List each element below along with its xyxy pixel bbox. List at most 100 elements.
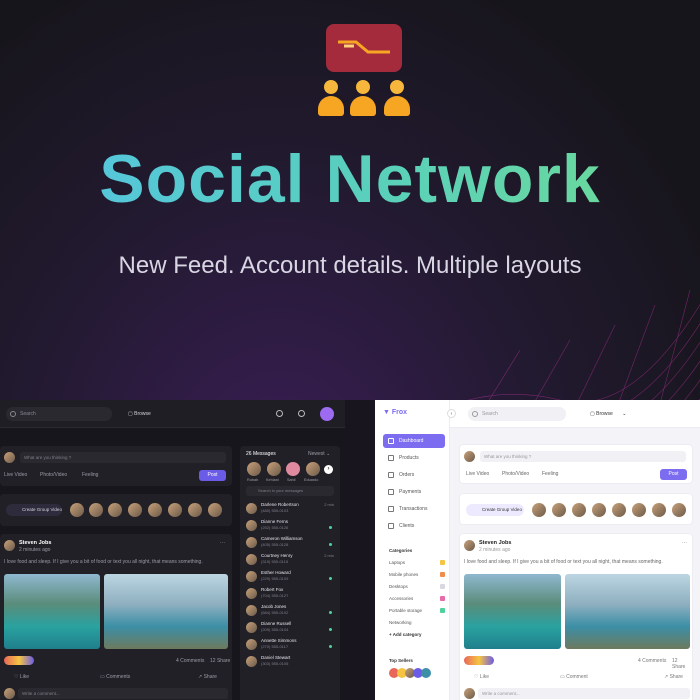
avatar[interactable]: [188, 503, 202, 517]
comments-count[interactable]: 4 Comments: [176, 658, 204, 664]
shares-count[interactable]: 12 Share: [210, 658, 230, 664]
message-row[interactable]: Daniel Stewart (303) 555-0105: [246, 655, 334, 671]
avatar[interactable]: [148, 503, 162, 517]
messages-search-input[interactable]: Search in your messages: [246, 486, 334, 496]
category-item[interactable]: Laptops: [389, 560, 445, 565]
nav-dashboard[interactable]: Dashboard: [383, 434, 445, 448]
post-author[interactable]: Steven Jobs: [19, 540, 51, 546]
comment-input[interactable]: Write a comment...: [18, 688, 228, 699]
story-avatar[interactable]: [306, 462, 320, 476]
feeling-action[interactable]: Feeling: [82, 472, 98, 478]
share-button[interactable]: ↗ Share: [664, 674, 683, 680]
share-button[interactable]: ↗ Share: [198, 674, 217, 680]
avatar[interactable]: [168, 503, 182, 517]
nav-payments[interactable]: Payments: [383, 485, 445, 499]
post-author[interactable]: Steven Jobs: [479, 540, 511, 546]
post-button[interactable]: Post: [660, 469, 687, 480]
story-name: Kehlani: [266, 478, 279, 482]
hero-title: Social Network: [0, 140, 700, 218]
notification-icon[interactable]: [276, 410, 283, 417]
photo-video-action[interactable]: Photo/Video: [40, 472, 67, 478]
category-item[interactable]: Desktops: [389, 584, 445, 589]
story-avatar[interactable]: [247, 462, 261, 476]
nav-clients[interactable]: Clients: [383, 519, 445, 533]
light-post-input[interactable]: What are you thinking ?: [480, 451, 686, 462]
more-icon[interactable]: ···: [682, 540, 687, 546]
avatar[interactable]: [532, 503, 546, 517]
like-button[interactable]: ♡ Like: [14, 674, 29, 680]
avatar[interactable]: [128, 503, 142, 517]
post-image[interactable]: [104, 574, 228, 649]
nav-transactions[interactable]: Transactions: [383, 502, 445, 516]
message-row[interactable]: Annette Simmons (270) 555-0117: [246, 638, 334, 654]
message-row[interactable]: Dianne Ferns (252) 555-0126: [246, 519, 334, 535]
user-avatar[interactable]: [320, 407, 334, 421]
create-group-video-button[interactable]: Create Group Video: [466, 504, 524, 516]
story-name: Eduardo: [304, 478, 319, 482]
story-avatar[interactable]: [267, 462, 281, 476]
avatar[interactable]: [70, 503, 84, 517]
feeling-action[interactable]: Feeling: [542, 471, 558, 477]
dark-post-input[interactable]: What are you thinking ?: [20, 452, 226, 463]
settings-icon[interactable]: [298, 410, 305, 417]
create-group-video-button[interactable]: Create Group Video: [6, 504, 62, 516]
comments-count[interactable]: 4 Comments: [638, 658, 666, 664]
top-sellers-title: Top Sellers: [389, 658, 413, 663]
message-row[interactable]: Jacob Jones (684) 555-0102: [246, 604, 334, 620]
avatar[interactable]: [632, 503, 646, 517]
nav-orders[interactable]: Orders: [383, 468, 445, 482]
dark-group-video-bar: Create Group Video: [0, 494, 232, 526]
comment-button[interactable]: ▭ Comment: [560, 674, 588, 680]
avatar[interactable]: [572, 503, 586, 517]
avatar: [4, 452, 15, 463]
post-image[interactable]: [565, 574, 690, 649]
avatar[interactable]: [672, 503, 686, 517]
light-browse-button[interactable]: ▢ Browse ⌄: [590, 411, 626, 417]
avatar[interactable]: [652, 503, 666, 517]
message-row[interactable]: Darlene Robertson (480) 555-0103 2 min: [246, 502, 334, 518]
brand-logo[interactable]: ▼ Frox: [383, 409, 407, 416]
shares-count[interactable]: 12 Share: [672, 658, 692, 670]
category-item[interactable]: Networking: [389, 620, 445, 625]
post-image[interactable]: [464, 574, 561, 649]
message-row[interactable]: Robert Fox (704) 555-0127: [246, 587, 334, 603]
message-row[interactable]: Esther Howard (229) 555-0109: [246, 570, 334, 586]
dark-browse-button[interactable]: ▢ Browse: [128, 411, 151, 417]
light-search-input[interactable]: Search: [468, 407, 566, 421]
category-item[interactable]: Accessories: [389, 596, 445, 601]
dark-search-input[interactable]: Search: [6, 407, 112, 421]
avatar[interactable]: [552, 503, 566, 517]
live-video-action[interactable]: Live Video: [466, 471, 489, 477]
add-story-icon[interactable]: ›: [324, 465, 333, 474]
nav-label: Dashboard: [399, 438, 424, 444]
comment-button[interactable]: ▭ Comments: [100, 674, 130, 680]
add-category-button[interactable]: + Add category: [389, 632, 445, 637]
message-row[interactable]: Courtney Henry (319) 555-0115 2 min: [246, 553, 334, 569]
like-button[interactable]: ♡ Like: [474, 674, 489, 680]
category-item[interactable]: Portable storage: [389, 608, 445, 613]
avatar[interactable]: [208, 503, 222, 517]
message-phone: (209) 555-0104: [261, 627, 289, 632]
message-phone: (405) 555-0128: [261, 542, 289, 547]
category-item[interactable]: Mobile phones: [389, 572, 445, 577]
story-avatar[interactable]: [286, 462, 300, 476]
avatar[interactable]: [89, 503, 103, 517]
seller-avatar[interactable]: [421, 668, 431, 678]
collapse-sidebar-icon[interactable]: ‹: [447, 409, 456, 418]
more-icon[interactable]: ···: [220, 540, 225, 546]
message-row[interactable]: Dianne Russell (209) 555-0104: [246, 621, 334, 637]
messages-filter[interactable]: Newest ⌄: [308, 451, 330, 457]
nav-products[interactable]: Products: [383, 451, 445, 465]
avatar[interactable]: [592, 503, 606, 517]
message-row[interactable]: Cameron Williamson (405) 555-0128: [246, 536, 334, 552]
avatar[interactable]: [612, 503, 626, 517]
photo-video-action[interactable]: Photo/Video: [502, 471, 529, 477]
live-video-action[interactable]: Live Video: [4, 472, 27, 478]
post-image[interactable]: [4, 574, 100, 649]
category-badge: [440, 608, 445, 613]
avatar[interactable]: [108, 503, 122, 517]
post-button[interactable]: Post: [199, 470, 226, 481]
category-label: Laptops: [389, 560, 406, 565]
comment-input[interactable]: Write a comment...: [478, 688, 690, 699]
online-dot: [329, 526, 332, 529]
